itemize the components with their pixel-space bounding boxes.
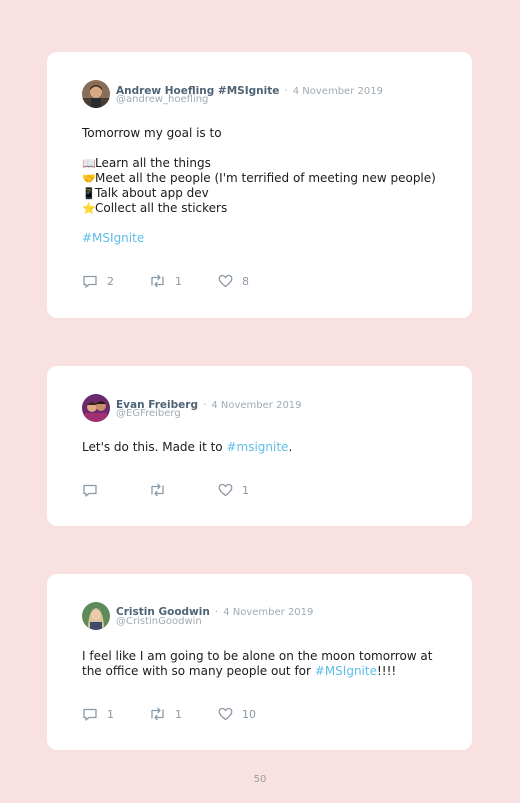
tweet-line: 📖Learn all the things bbox=[82, 156, 211, 170]
tweet-card-andrew-hoefling: Andrew Hoefling #MSIgnite · 4 November 2… bbox=[47, 52, 472, 318]
hashtag-link[interactable]: #MSIgnite bbox=[82, 231, 436, 246]
author-handle[interactable]: @CristinGoodwin bbox=[116, 616, 202, 627]
like-button[interactable]: 1 bbox=[218, 482, 249, 498]
retweet-button[interactable]: 1 bbox=[149, 273, 182, 289]
speech-bubble-icon bbox=[83, 708, 97, 721]
tweet-line: I feel like I am going to be alone on th… bbox=[82, 649, 433, 663]
tweet-date[interactable]: 4 November 2019 bbox=[211, 400, 301, 411]
tweet-actions: 1 1 10 bbox=[82, 706, 342, 722]
reply-button[interactable]: 2 bbox=[82, 273, 114, 289]
retweet-arrows-icon bbox=[151, 707, 164, 721]
reply-count: 2 bbox=[107, 274, 114, 288]
retweet-count: 1 bbox=[175, 707, 182, 721]
tweet-text: Tomorrow my goal is to 📖Learn all the th… bbox=[82, 126, 436, 246]
author-handle[interactable]: @andrew_hoefling bbox=[116, 94, 208, 105]
tweet-actions: 2 1 8 bbox=[82, 273, 342, 289]
tweet-card-cristin-goodwin: Cristin Goodwin · 4 November 2019 @Crist… bbox=[47, 574, 472, 750]
tweet-line: 🤝Meet all the people (I'm terrified of m… bbox=[82, 171, 436, 185]
book-emoji-icon: 📖 bbox=[82, 157, 96, 170]
tweet-line: Tomorrow my goal is to bbox=[82, 126, 222, 140]
handshake-emoji-icon: 🤝 bbox=[82, 172, 96, 185]
hashtag-link[interactable]: #msignite bbox=[226, 440, 288, 454]
retweet-button[interactable]: 1 bbox=[149, 706, 182, 722]
hashtag-link[interactable]: #MSIgnite bbox=[315, 664, 377, 678]
tweet-line: the office with so many people out for #… bbox=[82, 664, 397, 678]
tweet-line: ⭐Collect all the stickers bbox=[82, 201, 228, 215]
heart-outline-icon bbox=[218, 274, 233, 288]
avatar[interactable] bbox=[82, 394, 110, 422]
like-button[interactable]: 10 bbox=[218, 706, 256, 722]
heart-outline-icon bbox=[218, 707, 233, 721]
tweet-date[interactable]: 4 November 2019 bbox=[223, 607, 313, 618]
phone-emoji-icon: 📱 bbox=[82, 187, 96, 200]
tweet-text: I feel like I am going to be alone on th… bbox=[82, 649, 433, 679]
tweet-text: Let's do this. Made it to #msignite. bbox=[82, 440, 293, 454]
tweet-date[interactable]: 4 November 2019 bbox=[293, 86, 383, 97]
reply-button[interactable] bbox=[82, 482, 107, 498]
page-number: 50 bbox=[253, 774, 267, 785]
separator-dot: · bbox=[214, 607, 219, 618]
like-count: 8 bbox=[242, 274, 249, 288]
heart-outline-icon bbox=[218, 483, 233, 497]
retweet-count: 1 bbox=[175, 274, 182, 288]
speech-bubble-icon bbox=[83, 275, 97, 288]
star-emoji-icon: ⭐ bbox=[82, 202, 96, 215]
like-button[interactable]: 8 bbox=[218, 273, 249, 289]
avatar[interactable] bbox=[82, 602, 110, 630]
retweet-arrows-icon bbox=[151, 483, 164, 497]
author-handle[interactable]: @EGFreiberg bbox=[116, 408, 181, 419]
retweet-button[interactable] bbox=[149, 482, 175, 498]
separator-dot: · bbox=[203, 400, 207, 411]
avatar[interactable] bbox=[82, 80, 110, 108]
tweet-card-evan-freiberg: Evan Freiberg · 4 November 2019 @EGFreib… bbox=[47, 366, 472, 526]
tweet-line: 📱Talk about app dev bbox=[82, 186, 209, 200]
separator-dot: · bbox=[284, 86, 288, 97]
like-count: 10 bbox=[242, 707, 256, 721]
retweet-arrows-icon bbox=[151, 274, 164, 288]
reply-count: 1 bbox=[107, 707, 114, 721]
speech-bubble-icon bbox=[83, 484, 97, 497]
reply-button[interactable]: 1 bbox=[82, 706, 114, 722]
tweet-actions: 1 bbox=[82, 482, 342, 498]
like-count: 1 bbox=[242, 483, 249, 497]
